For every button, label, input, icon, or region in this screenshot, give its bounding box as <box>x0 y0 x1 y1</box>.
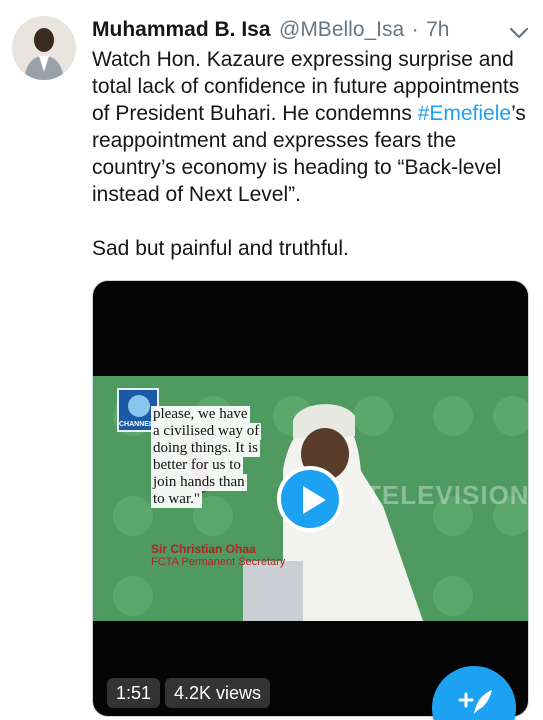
speaker-title: FCTA Permanent Secretary <box>151 556 286 568</box>
video-player[interactable]: CHANNELS please, we have a civilised way… <box>92 280 529 717</box>
quote-line: a civilised way of <box>151 423 262 440</box>
quote-line: doing things. It is <box>151 440 261 457</box>
quote-line: join hands than <box>151 474 247 491</box>
tweet-header: Muhammad B. Isa @MBello_Isa · 7h <box>92 18 532 48</box>
video-frame: CHANNELS please, we have a civilised way… <box>93 376 529 621</box>
avatar[interactable] <box>12 16 76 80</box>
timestamp[interactable]: 7h <box>426 18 449 41</box>
quote-line: to war." <box>151 491 202 508</box>
speaker-name: Sir Christian Ohaa <box>151 542 256 556</box>
author-handle[interactable]: @MBello_Isa <box>279 18 404 41</box>
tweet-paragraph: Sad but painful and truthful. <box>92 237 349 260</box>
compose-tweet-icon <box>458 690 492 714</box>
quote-line: please, we have <box>151 406 250 423</box>
tweet-paragraph: Watch Hon. Kazaure expressing surprise a… <box>92 46 532 208</box>
chevron-down-icon[interactable] <box>509 26 529 40</box>
play-icon <box>303 486 326 514</box>
video-duration: 1:51 <box>107 678 161 708</box>
play-button[interactable] <box>277 466 343 532</box>
tweet-text: Watch Hon. Kazaure expressing surprise a… <box>92 46 532 262</box>
separator: · <box>411 18 419 41</box>
hashtag-link[interactable]: #Emefiele <box>418 102 511 125</box>
video-views: 4.2K views <box>165 678 271 708</box>
author-name[interactable]: Muhammad B. Isa <box>92 18 271 41</box>
tweet[interactable]: Muhammad B. Isa @MBello_Isa · 7h Watch H… <box>0 0 543 720</box>
channel-watermark: TELEVISION <box>365 480 529 510</box>
quote-line: better for us to <box>151 457 243 474</box>
